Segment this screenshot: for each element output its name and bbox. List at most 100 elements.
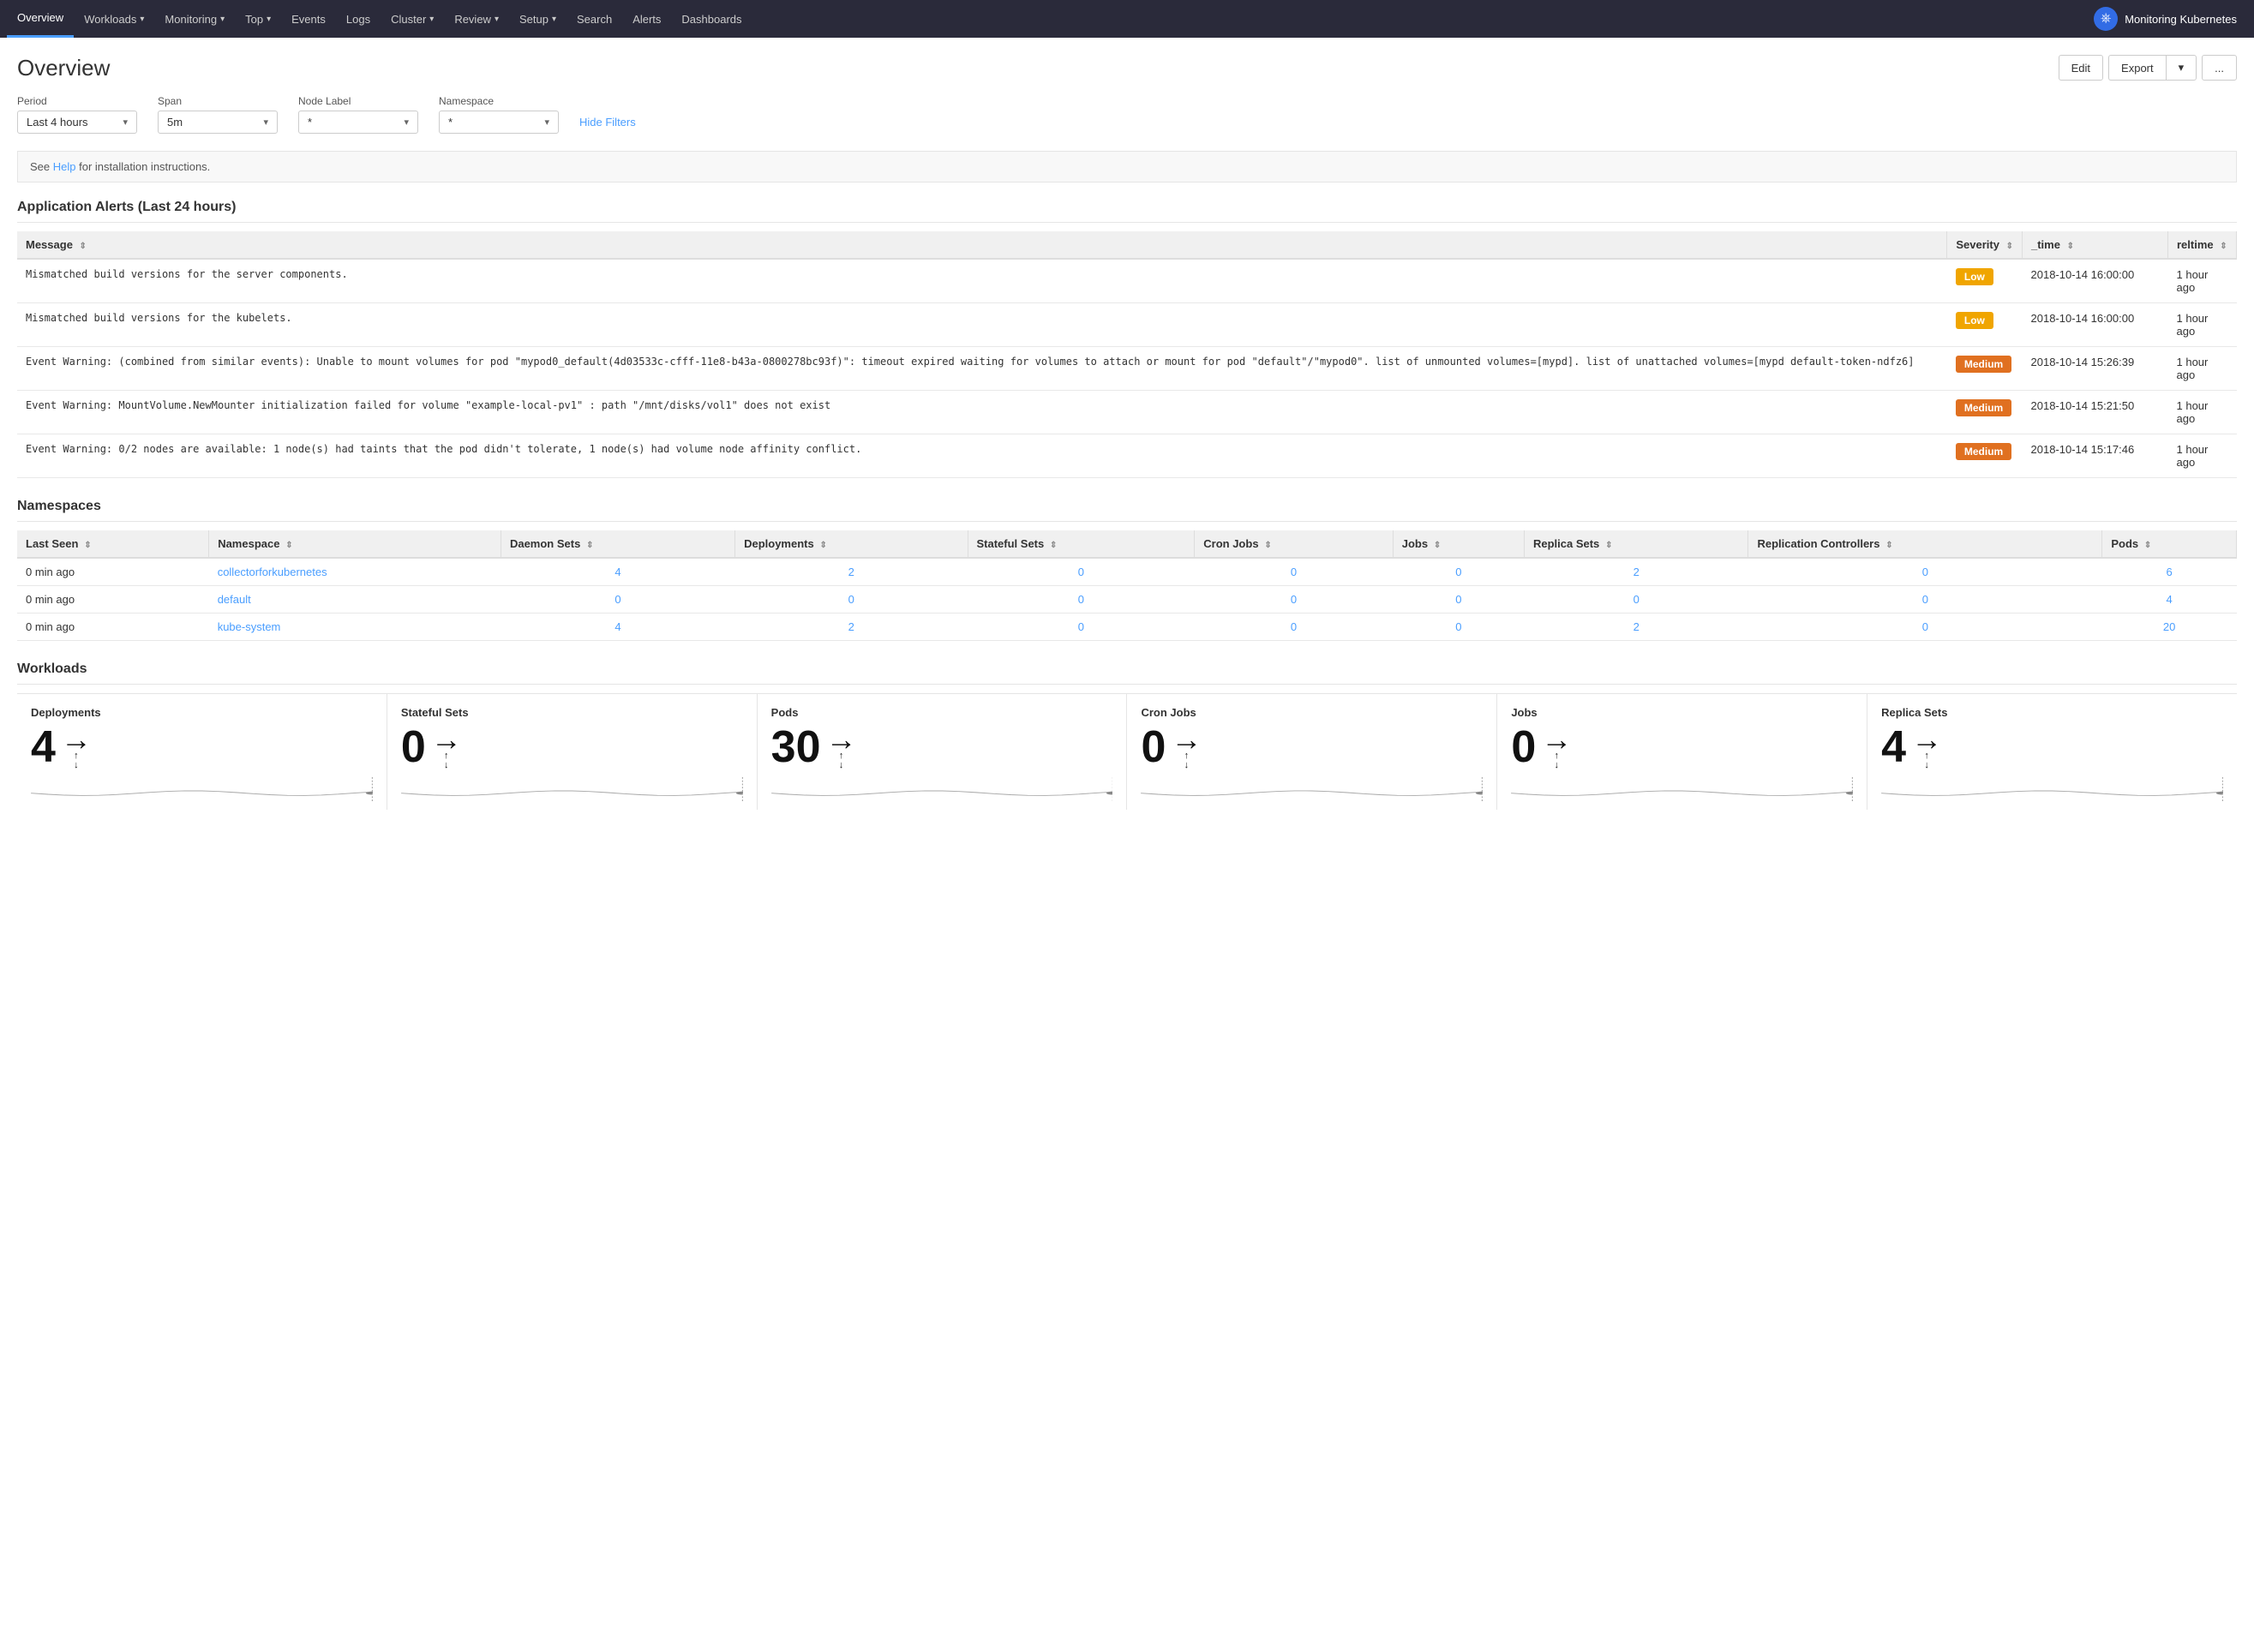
ns-col-cron-jobs[interactable]: Cron Jobs ⇕ — [1195, 530, 1393, 558]
node-label-filter: Node Label * ▾ — [298, 95, 418, 134]
workload-card[interactable]: Cron Jobs 0 → ↑ ↓ — [1127, 694, 1497, 810]
ns-count: 0 — [968, 614, 1195, 641]
help-link[interactable]: Help — [53, 160, 76, 173]
workload-count: 0 — [401, 725, 426, 769]
ns-count: 4 — [2102, 586, 2237, 614]
workload-arrow: → ↑ ↓ — [1911, 724, 1942, 770]
nav-item-workloads[interactable]: Workloads ▾ — [74, 0, 154, 38]
ns-col-jobs[interactable]: Jobs ⇕ — [1393, 530, 1524, 558]
workload-count: 4 — [1881, 725, 1906, 769]
alerts-col-severity[interactable]: Severity ⇕ — [1947, 231, 2023, 259]
ns-count: 4 — [501, 614, 734, 641]
ns-count: 0 — [1195, 586, 1393, 614]
workload-card[interactable]: Replica Sets 4 → ↑ ↓ — [1867, 694, 2237, 810]
nav-item-overview[interactable]: Overview — [7, 0, 74, 38]
ns-col-last-seen[interactable]: Last Seen ⇕ — [17, 530, 209, 558]
ns-last-seen: 0 min ago — [17, 586, 209, 614]
ns-last-seen: 0 min ago — [17, 558, 209, 586]
alerts-col-time[interactable]: _time ⇕ — [2023, 231, 2168, 259]
alert-severity: Low — [1947, 303, 2023, 347]
nav-item-search[interactable]: Search — [566, 0, 622, 38]
alert-reltime: 1 hour ago — [2168, 391, 2237, 434]
workload-label: Deployments — [31, 706, 373, 719]
hide-filters-link[interactable]: Hide Filters — [579, 116, 636, 129]
ns-count: 2 — [1524, 558, 1747, 586]
alert-reltime: 1 hour ago — [2168, 259, 2237, 303]
nav-item-top[interactable]: Top ▾ — [235, 0, 281, 38]
ns-col-replication-controllers[interactable]: Replication Controllers ⇕ — [1748, 530, 2102, 558]
namespaces-table: Last Seen ⇕Namespace ⇕Daemon Sets ⇕Deplo… — [17, 530, 2237, 641]
workload-card[interactable]: Pods 30 → ↑ ↓ — [758, 694, 1128, 810]
ns-count: 2 — [735, 558, 968, 586]
alert-severity: Low — [1947, 259, 2023, 303]
message-sort-icon: ⇕ — [80, 242, 87, 251]
review-caret: ▾ — [495, 15, 499, 24]
ns-count: 0 — [1748, 614, 2102, 641]
alert-row: Event Warning: MountVolume.NewMounter in… — [17, 391, 2237, 434]
span-caret-icon: ▾ — [263, 117, 268, 128]
nav-item-cluster[interactable]: Cluster ▾ — [381, 0, 444, 38]
filters-row: Period Last 4 hours ▾ Span 5m ▾ Node Lab… — [17, 95, 2237, 134]
span-select[interactable]: 5m ▾ — [158, 111, 278, 134]
workload-count: 0 — [1141, 725, 1166, 769]
ns-col-daemon-sets[interactable]: Daemon Sets ⇕ — [501, 530, 734, 558]
workload-label: Pods — [771, 706, 1113, 719]
alerts-col-message[interactable]: Message ⇕ — [17, 231, 1947, 259]
namespace-link[interactable]: collectorforkubernetes — [218, 566, 327, 578]
nav-item-setup[interactable]: Setup ▾ — [509, 0, 566, 38]
alert-reltime: 1 hour ago — [2168, 303, 2237, 347]
ns-col-deployments[interactable]: Deployments ⇕ — [735, 530, 968, 558]
alert-message: Event Warning: (combined from similar ev… — [17, 347, 1947, 391]
ns-col-pods[interactable]: Pods ⇕ — [2102, 530, 2237, 558]
ns-count: 2 — [1524, 614, 1747, 641]
workloads-section: Workloads Deployments 4 → ↑ ↓ Stateful S… — [17, 661, 2237, 810]
ns-col-replica-sets[interactable]: Replica Sets ⇕ — [1524, 530, 1747, 558]
workload-count-row: 4 → ↑ ↓ — [1881, 724, 2223, 770]
ns-last-seen: 0 min ago — [17, 614, 209, 641]
nav-item-monitoring[interactable]: Monitoring ▾ — [154, 0, 235, 38]
export-caret-button[interactable]: ▾ — [2166, 55, 2197, 81]
namespace-link[interactable]: default — [218, 593, 251, 606]
ns-count: 0 — [1393, 614, 1524, 641]
workload-count-row: 0 → ↑ ↓ — [1141, 724, 1483, 770]
namespace-select[interactable]: * ▾ — [439, 111, 559, 134]
ns-count: 20 — [2102, 614, 2237, 641]
workload-card[interactable]: Stateful Sets 0 → ↑ ↓ — [387, 694, 758, 810]
alerts-col-reltime[interactable]: reltime ⇕ — [2168, 231, 2237, 259]
alerts-table: Message ⇕ Severity ⇕ _time ⇕ reltime ⇕ — [17, 231, 2237, 478]
cluster-caret: ▾ — [429, 15, 434, 24]
nav-item-dashboards[interactable]: Dashboards — [671, 0, 752, 38]
workload-sparkline — [1141, 777, 1483, 801]
monitoring-caret: ▾ — [220, 15, 225, 24]
ns-col-stateful-sets[interactable]: Stateful Sets ⇕ — [968, 530, 1195, 558]
ns-count: 0 — [1393, 558, 1524, 586]
nav-item-review[interactable]: Review ▾ — [444, 0, 509, 38]
period-filter: Period Last 4 hours ▾ — [17, 95, 137, 134]
workload-label: Stateful Sets — [401, 706, 743, 719]
nav-item-events[interactable]: Events — [281, 0, 336, 38]
alert-reltime: 1 hour ago — [2168, 347, 2237, 391]
ns-col-namespace[interactable]: Namespace ⇕ — [209, 530, 501, 558]
edit-button[interactable]: Edit — [2059, 55, 2103, 81]
nav-item-logs[interactable]: Logs — [336, 0, 381, 38]
alert-time: 2018-10-14 15:26:39 — [2023, 347, 2168, 391]
time-sort-icon: ⇕ — [2067, 242, 2074, 251]
reltime-sort-icon: ⇕ — [2220, 242, 2227, 251]
workload-label: Cron Jobs — [1141, 706, 1483, 719]
ns-count: 2 — [735, 614, 968, 641]
ns-count: 0 — [1524, 586, 1747, 614]
namespace-link[interactable]: kube-system — [218, 620, 281, 633]
workload-arrow: → ↑ ↓ — [61, 724, 92, 770]
more-button[interactable]: ... — [2202, 55, 2237, 81]
ns-count: 0 — [1748, 558, 2102, 586]
nav-item-alerts[interactable]: Alerts — [622, 0, 671, 38]
alert-severity: Medium — [1947, 347, 2023, 391]
period-select[interactable]: Last 4 hours ▾ — [17, 111, 137, 134]
export-button[interactable]: Export — [2108, 55, 2166, 81]
node-label-select[interactable]: * ▾ — [298, 111, 418, 134]
page-title: Overview — [17, 55, 110, 81]
ns-count: 0 — [1195, 614, 1393, 641]
workload-card[interactable]: Deployments 4 → ↑ ↓ — [17, 694, 387, 810]
workload-card[interactable]: Jobs 0 → ↑ ↓ — [1497, 694, 1867, 810]
workload-sparkline — [1881, 777, 2223, 801]
